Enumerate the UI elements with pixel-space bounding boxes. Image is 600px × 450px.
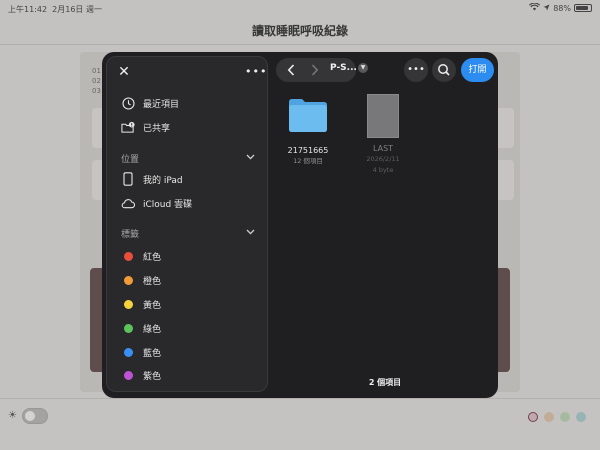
chevron-down-icon xyxy=(246,153,255,163)
file-name: 21751665 xyxy=(287,146,329,155)
file-item-document[interactable]: LAST 2026/2/11 4 byte xyxy=(348,94,418,175)
sidebar-item-label: 最近項目 xyxy=(143,99,180,110)
file-name: LAST xyxy=(372,144,394,153)
search-icon xyxy=(438,64,450,76)
chevron-down-icon[interactable]: ▼ xyxy=(358,63,368,73)
current-folder-title[interactable]: P-S... xyxy=(330,63,357,73)
sidebar-item-tag-gray[interactable]: 灰色 xyxy=(121,387,161,393)
file-meta: 12 個項目 xyxy=(293,157,323,165)
chevron-down-icon xyxy=(246,228,255,238)
document-icon xyxy=(367,94,399,138)
sidebar-item-tag-green[interactable]: 綠色 xyxy=(121,319,161,337)
sidebar-item-label: 我的 iPad xyxy=(143,175,183,186)
sidebar-item-shared[interactable]: 已共享 xyxy=(121,118,170,136)
sidebar-item-label: 已共享 xyxy=(143,123,171,134)
sidebar-item-label: 藍色 xyxy=(143,348,162,359)
file-date: 2026/2/11 xyxy=(366,155,400,163)
sidebar-item-tag-red[interactable]: 紅色 xyxy=(121,247,161,265)
search-button[interactable] xyxy=(432,58,456,82)
sidebar-item-icloud[interactable]: iCloud 雲碟 xyxy=(121,194,192,212)
file-item-folder[interactable]: 21751665 12 個項目 xyxy=(273,96,343,166)
sidebar-item-tag-orange[interactable]: 橙色 xyxy=(121,271,161,289)
ipad-icon xyxy=(121,172,135,186)
sidebar-item-recents[interactable]: 最近項目 xyxy=(121,94,179,112)
sidebar-item-tag-purple[interactable]: 紫色 xyxy=(121,366,161,384)
sidebar-item-label: 綠色 xyxy=(143,324,162,335)
sidebar-item-label: 灰色 xyxy=(143,390,161,392)
sidebar-item-tag-yellow[interactable]: 黃色 xyxy=(121,295,161,313)
clock-icon xyxy=(121,96,135,110)
tag-color-dot xyxy=(123,251,133,261)
close-icon[interactable]: ✕ xyxy=(117,65,131,79)
tags-heading[interactable]: 標籤 xyxy=(121,226,255,240)
sidebar-item-label: 黃色 xyxy=(143,300,162,311)
tag-color-dot xyxy=(123,299,133,309)
tag-color-dot xyxy=(123,370,133,380)
cloud-icon xyxy=(121,196,135,210)
file-picker-modal: ✕ ••• 最近項目 已共享 位置 我的 iPad iCloud 雲碟 標籤 紅… xyxy=(102,52,498,398)
sidebar-item-label: 紅色 xyxy=(143,252,162,263)
sidebar-item-my-ipad[interactable]: 我的 iPad xyxy=(121,170,183,188)
sidebar: ✕ ••• 最近項目 已共享 位置 我的 iPad iCloud 雲碟 標籤 紅… xyxy=(106,56,268,392)
sidebar-item-label: iCloud 雲碟 xyxy=(143,199,193,210)
folder-icon xyxy=(289,99,327,132)
back-button[interactable] xyxy=(282,61,300,79)
forward-button[interactable] xyxy=(306,61,324,79)
file-size: 4 byte xyxy=(372,166,394,174)
more-icon[interactable]: ••• xyxy=(245,65,266,79)
shared-folder-icon xyxy=(121,120,135,134)
tag-color-dot xyxy=(123,347,133,357)
tag-color-dot xyxy=(123,323,133,333)
item-count: 2 個項目 xyxy=(368,378,402,387)
tag-color-dot xyxy=(123,275,133,285)
tag-color-dot xyxy=(124,392,133,393)
sidebar-item-tag-blue[interactable]: 藍色 xyxy=(121,343,161,361)
locations-heading[interactable]: 位置 xyxy=(121,151,255,165)
open-button[interactable]: 打開 xyxy=(461,58,494,82)
more-options-button[interactable]: ••• xyxy=(404,58,428,82)
sidebar-item-label: 橙色 xyxy=(143,276,162,287)
sidebar-item-label: 紫色 xyxy=(143,371,162,382)
